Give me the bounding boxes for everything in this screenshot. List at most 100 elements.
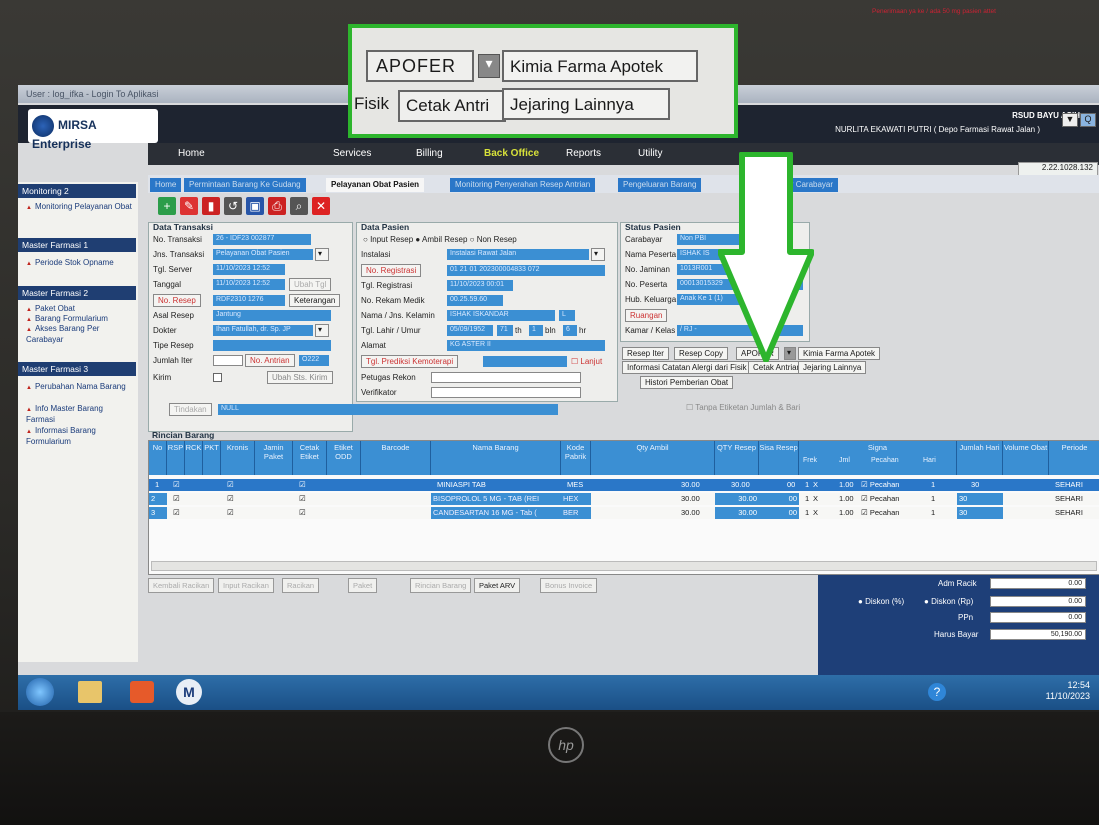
sidebar-group-monitoring[interactable]: Monitoring 2 xyxy=(18,184,136,198)
jejaring-option[interactable]: Jejaring Lainnya xyxy=(798,361,867,374)
chevron-down-icon[interactable]: ▾ xyxy=(478,54,500,78)
horizontal-scrollbar[interactable] xyxy=(151,561,1097,571)
no-transaksi-field[interactable]: 26 - IDF23 002877 xyxy=(213,234,311,245)
menu-utility[interactable]: Utility xyxy=(638,148,662,159)
cetak-antrian-button-zoomed[interactable]: Cetak Antri xyxy=(398,90,506,122)
diskon-pct-radio[interactable]: ● Diskon (%) xyxy=(858,597,904,606)
diskon-field[interactable]: 0.00 xyxy=(990,596,1086,607)
bonus-invoice-button[interactable]: Bonus Invoice xyxy=(540,578,598,593)
app-icon[interactable] xyxy=(130,681,154,703)
sidebar-item-info-master[interactable]: Info Master Barang Farmasi xyxy=(26,404,134,425)
cell-qty[interactable]: 30.00 xyxy=(679,493,702,505)
racikan-button[interactable]: Racikan xyxy=(282,578,320,593)
no-registrasi-button[interactable]: No. Registrasi xyxy=(361,264,422,277)
undo-icon[interactable]: ↺ xyxy=(224,197,242,215)
tgl-prediksi-button[interactable]: Tgl. Prediksi Kemoterapi xyxy=(361,355,459,368)
keterangan-button[interactable]: Keterangan xyxy=(289,294,341,307)
cell-periode[interactable]: SEHARI xyxy=(1053,507,1085,519)
table-row[interactable]: 3 ☑ ☑ ☑ CANDESARTAN 16 MG - Tab ( BER 30… xyxy=(149,507,1099,519)
tindakan-button[interactable]: Tindakan xyxy=(169,403,212,416)
folder-icon[interactable] xyxy=(78,681,102,703)
cell-jumlah-hari[interactable]: 30 xyxy=(957,507,1003,519)
sidebar-item-perubahan-nama[interactable]: Perubahan Nama Barang xyxy=(26,382,134,393)
start-button-icon[interactable] xyxy=(26,678,54,706)
pecahan-checkbox[interactable]: ☑ Pecahan xyxy=(859,479,901,491)
input-resep-radio[interactable]: ○ Input Resep ● Ambil Resep ○ Non Resep xyxy=(363,235,517,244)
kronis-checkbox[interactable]: ☑ xyxy=(225,507,236,519)
cell-jml[interactable]: 1.00 xyxy=(837,493,856,505)
sidebar-item-monitoring-pelayanan[interactable]: Monitoring Pelayanan Obat xyxy=(26,202,134,213)
print-icon[interactable]: ⎙ xyxy=(268,197,286,215)
kirim-checkbox[interactable] xyxy=(213,373,222,382)
tanggal-field[interactable]: 11/10/2023 12:52 xyxy=(213,279,285,290)
jns-transaksi-select[interactable]: Pelayanan Obat Pasien xyxy=(213,249,313,260)
tanpa-etiket-checkbox[interactable]: ☐ Tanpa Etiketan Jumlah & Bari xyxy=(686,403,800,412)
cell-jml[interactable]: 1.00 xyxy=(837,507,856,519)
petugas-rekon-select[interactable] xyxy=(431,372,581,383)
user-dropdown[interactable]: ▼ xyxy=(1062,113,1078,127)
sidebar-item-periode-stok[interactable]: Periode Stok Opname xyxy=(26,258,134,269)
sidebar-item-akses-barang[interactable]: Akses Barang Per Carabayar xyxy=(26,324,134,345)
dokter-select[interactable]: Ihan Fatullah, dr. Sp. JP xyxy=(213,325,313,336)
kembali-racikan-button[interactable]: Kembali Racikan xyxy=(148,578,215,593)
kimia-farma-option-zoomed[interactable]: Kimia Farma Apotek xyxy=(502,50,698,82)
no-resep-field[interactable]: RDF2310 1276 xyxy=(213,295,285,306)
cetak-etiket-checkbox[interactable]: ☑ xyxy=(297,479,308,491)
sidebar-group-master2[interactable]: Master Farmasi 2 xyxy=(18,286,136,300)
info-alergi-button[interactable]: Informasi Catatan Alergi dari Fisik xyxy=(622,361,752,374)
clock[interactable]: 12:54 11/10/2023 xyxy=(1046,680,1090,702)
ruangan-button[interactable]: Ruangan xyxy=(625,309,668,322)
kronis-checkbox[interactable]: ☑ xyxy=(225,493,236,505)
menu-home[interactable]: Home xyxy=(178,148,205,159)
tab-pengeluaran[interactable]: Pengeluaran Barang xyxy=(618,178,702,192)
cell-qty[interactable]: 30.00 xyxy=(679,479,702,491)
cell-periode[interactable]: SEHARI xyxy=(1053,479,1085,491)
new-icon[interactable]: + xyxy=(158,197,176,215)
pecahan-checkbox[interactable]: ☑ Pecahan xyxy=(859,507,901,519)
close-icon[interactable]: ✕ xyxy=(312,197,330,215)
search-icon[interactable]: Q xyxy=(1080,113,1096,127)
chevron-down-icon[interactable]: ▾ xyxy=(315,248,329,261)
apofer-button-zoomed[interactable]: APOFER xyxy=(366,50,474,82)
histori-button[interactable]: Histori Pemberian Obat xyxy=(640,376,734,389)
table-row[interactable]: 2 ☑ ☑ ☑ BISOPROLOL 5 MG - TAB (REI HEX 3… xyxy=(149,493,1099,505)
sidebar-item-informasi-formularium[interactable]: Informasi Barang Formularium xyxy=(26,426,134,447)
cetak-etiket-checkbox[interactable]: ☑ xyxy=(297,507,308,519)
menu-back-office[interactable]: Back Office xyxy=(484,148,539,159)
cell-jml[interactable]: 1.00 xyxy=(837,479,856,491)
tgl-prediksi-field[interactable] xyxy=(483,356,567,367)
ubah-tgl-button[interactable]: Ubah Tgl xyxy=(289,278,332,291)
edit-icon[interactable]: ✎ xyxy=(180,197,198,215)
cell-periode[interactable]: SEHARI xyxy=(1053,493,1085,505)
tab-home[interactable]: Home xyxy=(150,178,182,192)
paket-button[interactable]: Paket xyxy=(348,578,378,593)
jejaring-option-zoomed[interactable]: Jejaring Lainnya xyxy=(502,88,670,120)
mirsa-taskbar-icon[interactable]: M xyxy=(176,679,202,705)
sidebar-group-master1[interactable]: Master Farmasi 1 xyxy=(18,238,136,252)
tab-monitoring-penyerahan[interactable]: Monitoring Penyerahan Resep Antrian xyxy=(450,178,596,192)
diskon-rp-radio[interactable]: ● Diskon (Rp) xyxy=(924,597,973,606)
chevron-down-icon[interactable]: ▾ xyxy=(591,248,605,261)
rsp-checkbox[interactable]: ☑ xyxy=(171,479,182,491)
menu-billing[interactable]: Billing xyxy=(416,148,443,159)
delete-icon[interactable]: ▮ xyxy=(202,197,220,215)
resep-iter-button[interactable]: Resep Iter xyxy=(622,347,669,360)
input-racikan-button[interactable]: Input Racikan xyxy=(218,578,274,593)
kronis-checkbox[interactable]: ☑ xyxy=(225,479,236,491)
rsp-checkbox[interactable]: ☑ xyxy=(171,507,182,519)
paket-arv-button[interactable]: Paket ARV xyxy=(474,578,521,593)
no-resep-button[interactable]: No. Resep xyxy=(153,294,201,307)
instalasi-select[interactable]: Instalasi Rawat Jalan xyxy=(447,249,589,260)
chevron-down-icon[interactable]: ▾ xyxy=(315,324,329,337)
cell-hari[interactable]: 1 xyxy=(929,479,937,491)
asal-resep-field[interactable]: Jantung xyxy=(213,310,331,321)
cell-frek[interactable]: 1 xyxy=(803,507,811,519)
cell-hari[interactable]: 1 xyxy=(929,507,937,519)
help-icon[interactable]: ? xyxy=(928,683,946,701)
rincian-barang-button[interactable]: Rincian Barang xyxy=(410,578,472,593)
cetak-etiket-checkbox[interactable]: ☑ xyxy=(297,493,308,505)
cell-qty[interactable]: 30.00 xyxy=(679,507,702,519)
lanjut-checkbox[interactable]: ☐ Lanjut xyxy=(571,357,602,366)
menu-services[interactable]: Services xyxy=(333,148,371,159)
pecahan-checkbox[interactable]: ☑ Pecahan xyxy=(859,493,901,505)
